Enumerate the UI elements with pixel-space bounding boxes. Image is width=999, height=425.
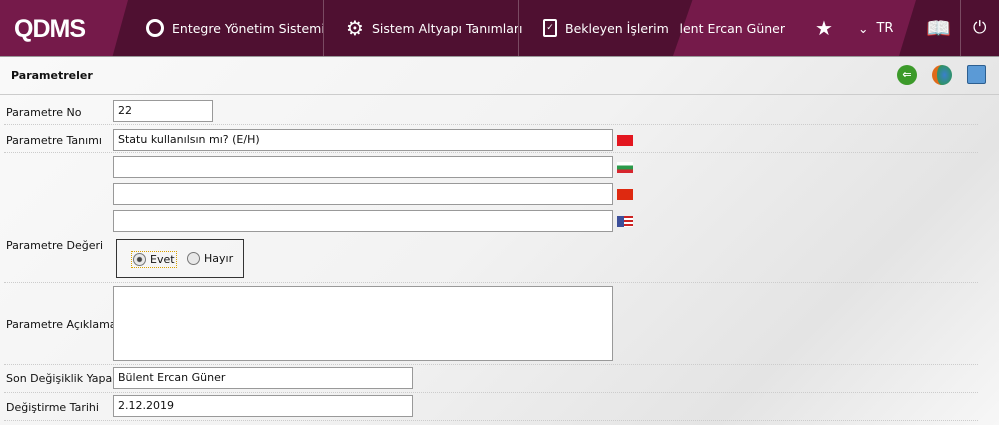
chevron-down-icon: ⌄ [858,20,869,36]
language-selector[interactable]: ⌄ TR [858,0,893,56]
nav-label: Bekleyen İşlerim [565,20,669,36]
parametre-tanimi-label: Parametre Tanımı [6,134,102,147]
qdms-q-icon [146,19,164,37]
radio-evet[interactable]: Evet [131,251,177,268]
help-book-icon[interactable]: 📖 [926,0,951,56]
favorites-star-icon[interactable]: ★ [815,0,833,56]
radio-hayir-label: Hayır [204,252,234,265]
radio-evet-label: Evet [150,253,175,266]
parametre-no-input[interactable]: 22 [113,100,213,122]
nav-label: Entegre Yönetim Sistemi [172,20,325,36]
gear-icon: ⚙ [346,16,364,40]
page-title: Parametreler [11,69,93,82]
nav-bekleyen-islerim[interactable]: ✓ Bekleyen İşlerim [543,0,669,56]
user-name-text: Bülent Ercan Güner [680,20,785,36]
bulgaria-flag-icon[interactable] [617,162,633,173]
top-navbar: QDMS Entegre Yönetim Sistemi ⚙ Sistem Al… [0,0,999,57]
clipboard-check-icon: ✓ [543,19,557,37]
parametre-degeri-label: Parametre Değeri [6,239,104,252]
parametre-aciklamasi-label: Parametre Açıklaması [6,318,126,331]
radio-hayir[interactable]: Hayır [187,252,233,265]
radio-checked-icon [133,253,146,266]
parametre-aciklamasi-textarea[interactable] [113,286,613,361]
power-icon[interactable]: ⏻ [973,0,986,56]
nav-label: Sistem Altyapı Tanımları [371,20,523,36]
son-degisiklik-yapan-input[interactable]: Bülent Ercan Güner [113,367,413,389]
parametre-tanimi-cn-input[interactable] [113,183,613,205]
save-icon[interactable] [967,65,986,84]
parametre-tanimi-bg-input[interactable] [113,156,613,178]
parametre-degeri-radio-group: Evet Hayır [116,239,244,278]
turkey-flag-icon[interactable] [617,135,633,146]
back-icon[interactable]: ⇐ [897,65,917,85]
user-name[interactable]: Bülent Ercan Güner [680,0,785,56]
usa-flag-icon[interactable] [617,216,633,227]
qdms-logo[interactable]: QDMS [0,0,128,56]
web-export-icon[interactable] [932,65,952,85]
radio-unchecked-icon [187,252,200,265]
parametre-tanimi-en-input[interactable] [113,210,613,232]
parametre-tanimi-tr-input[interactable]: Statu kullanılsın mı? (E/H) [113,129,613,151]
parametre-no-label: Parametre No [6,106,82,119]
nav-entegre-yonetim-sistemi[interactable]: Entegre Yönetim Sistemi [146,0,325,56]
degistirme-tarihi-input[interactable]: 2.12.2019 [113,395,413,417]
language-label: TR [876,20,894,36]
son-degisiklik-yapan-label: Son Değişiklik Yapan [6,372,120,385]
nav-sistem-altyapi-tanimlari[interactable]: ⚙ Sistem Altyapı Tanımları [346,0,523,56]
toolbar: Parametreler ⇐ [0,57,999,95]
degistirme-tarihi-label: Değiştirme Tarihi [6,401,99,414]
china-flag-icon[interactable] [617,189,633,200]
